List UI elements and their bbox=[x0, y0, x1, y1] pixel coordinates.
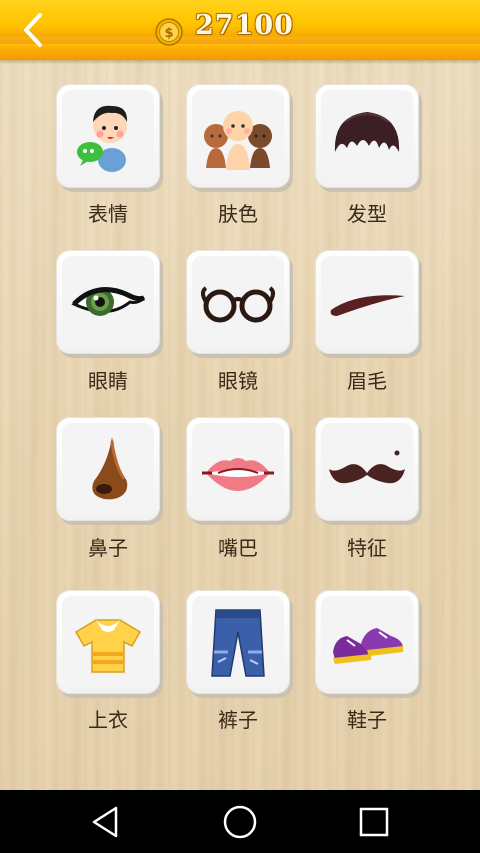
category-skin-color[interactable] bbox=[186, 84, 296, 194]
system-navigation-bar bbox=[0, 790, 480, 853]
sneakers-icon bbox=[333, 628, 403, 664]
category-label: 眼镜 bbox=[218, 369, 258, 393]
svg-text:$: $ bbox=[164, 26, 173, 41]
boy-face-icon bbox=[77, 105, 128, 172]
category-eyes[interactable] bbox=[56, 250, 166, 360]
triangle-back-icon bbox=[92, 806, 118, 838]
nav-recents-button[interactable] bbox=[356, 804, 392, 840]
category-tops[interactable] bbox=[56, 590, 166, 700]
mustache-icon bbox=[329, 450, 405, 484]
nav-back-button[interactable] bbox=[88, 804, 124, 840]
category-label: 裤子 bbox=[218, 708, 258, 732]
category-shoes[interactable] bbox=[315, 590, 425, 700]
category-label: 嘴巴 bbox=[218, 536, 258, 560]
category-label: 眼睛 bbox=[88, 369, 128, 393]
hairstyle-icon bbox=[334, 112, 400, 152]
coin-icon: $ bbox=[155, 18, 183, 46]
square-recents-icon bbox=[359, 807, 389, 837]
category-label: 肤色 bbox=[218, 202, 258, 226]
nose-icon bbox=[92, 437, 128, 500]
category-eyebrows[interactable] bbox=[315, 250, 425, 360]
glasses-icon bbox=[201, 286, 275, 323]
category-label: 表情 bbox=[88, 202, 128, 226]
eye-icon bbox=[71, 287, 146, 316]
category-label: 特征 bbox=[347, 536, 387, 560]
category-mouth[interactable] bbox=[186, 417, 296, 527]
shirt-icon bbox=[74, 619, 142, 673]
back-button[interactable] bbox=[18, 12, 50, 48]
jeans-icon bbox=[211, 609, 265, 677]
skin-tones-icon bbox=[204, 111, 272, 170]
coin-count: 27100 bbox=[195, 10, 294, 41]
category-label: 上衣 bbox=[88, 708, 128, 732]
category-label: 鼻子 bbox=[88, 536, 128, 560]
lips-icon bbox=[202, 458, 274, 491]
category-pants[interactable] bbox=[186, 590, 296, 700]
top-bar: $ 27100 bbox=[0, 0, 480, 60]
category-glasses[interactable] bbox=[186, 250, 296, 360]
category-nose[interactable] bbox=[56, 417, 166, 527]
category-label: 眉毛 bbox=[347, 369, 387, 393]
category-label: 鞋子 bbox=[347, 708, 387, 732]
category-label: 发型 bbox=[347, 202, 387, 226]
category-features[interactable] bbox=[315, 417, 425, 527]
chevron-left-icon bbox=[24, 13, 42, 47]
circle-home-icon bbox=[223, 805, 257, 839]
category-hairstyle[interactable] bbox=[315, 84, 425, 194]
nav-home-button[interactable] bbox=[222, 804, 258, 840]
eyebrow-icon bbox=[330, 295, 405, 316]
category-expression[interactable] bbox=[56, 84, 166, 194]
